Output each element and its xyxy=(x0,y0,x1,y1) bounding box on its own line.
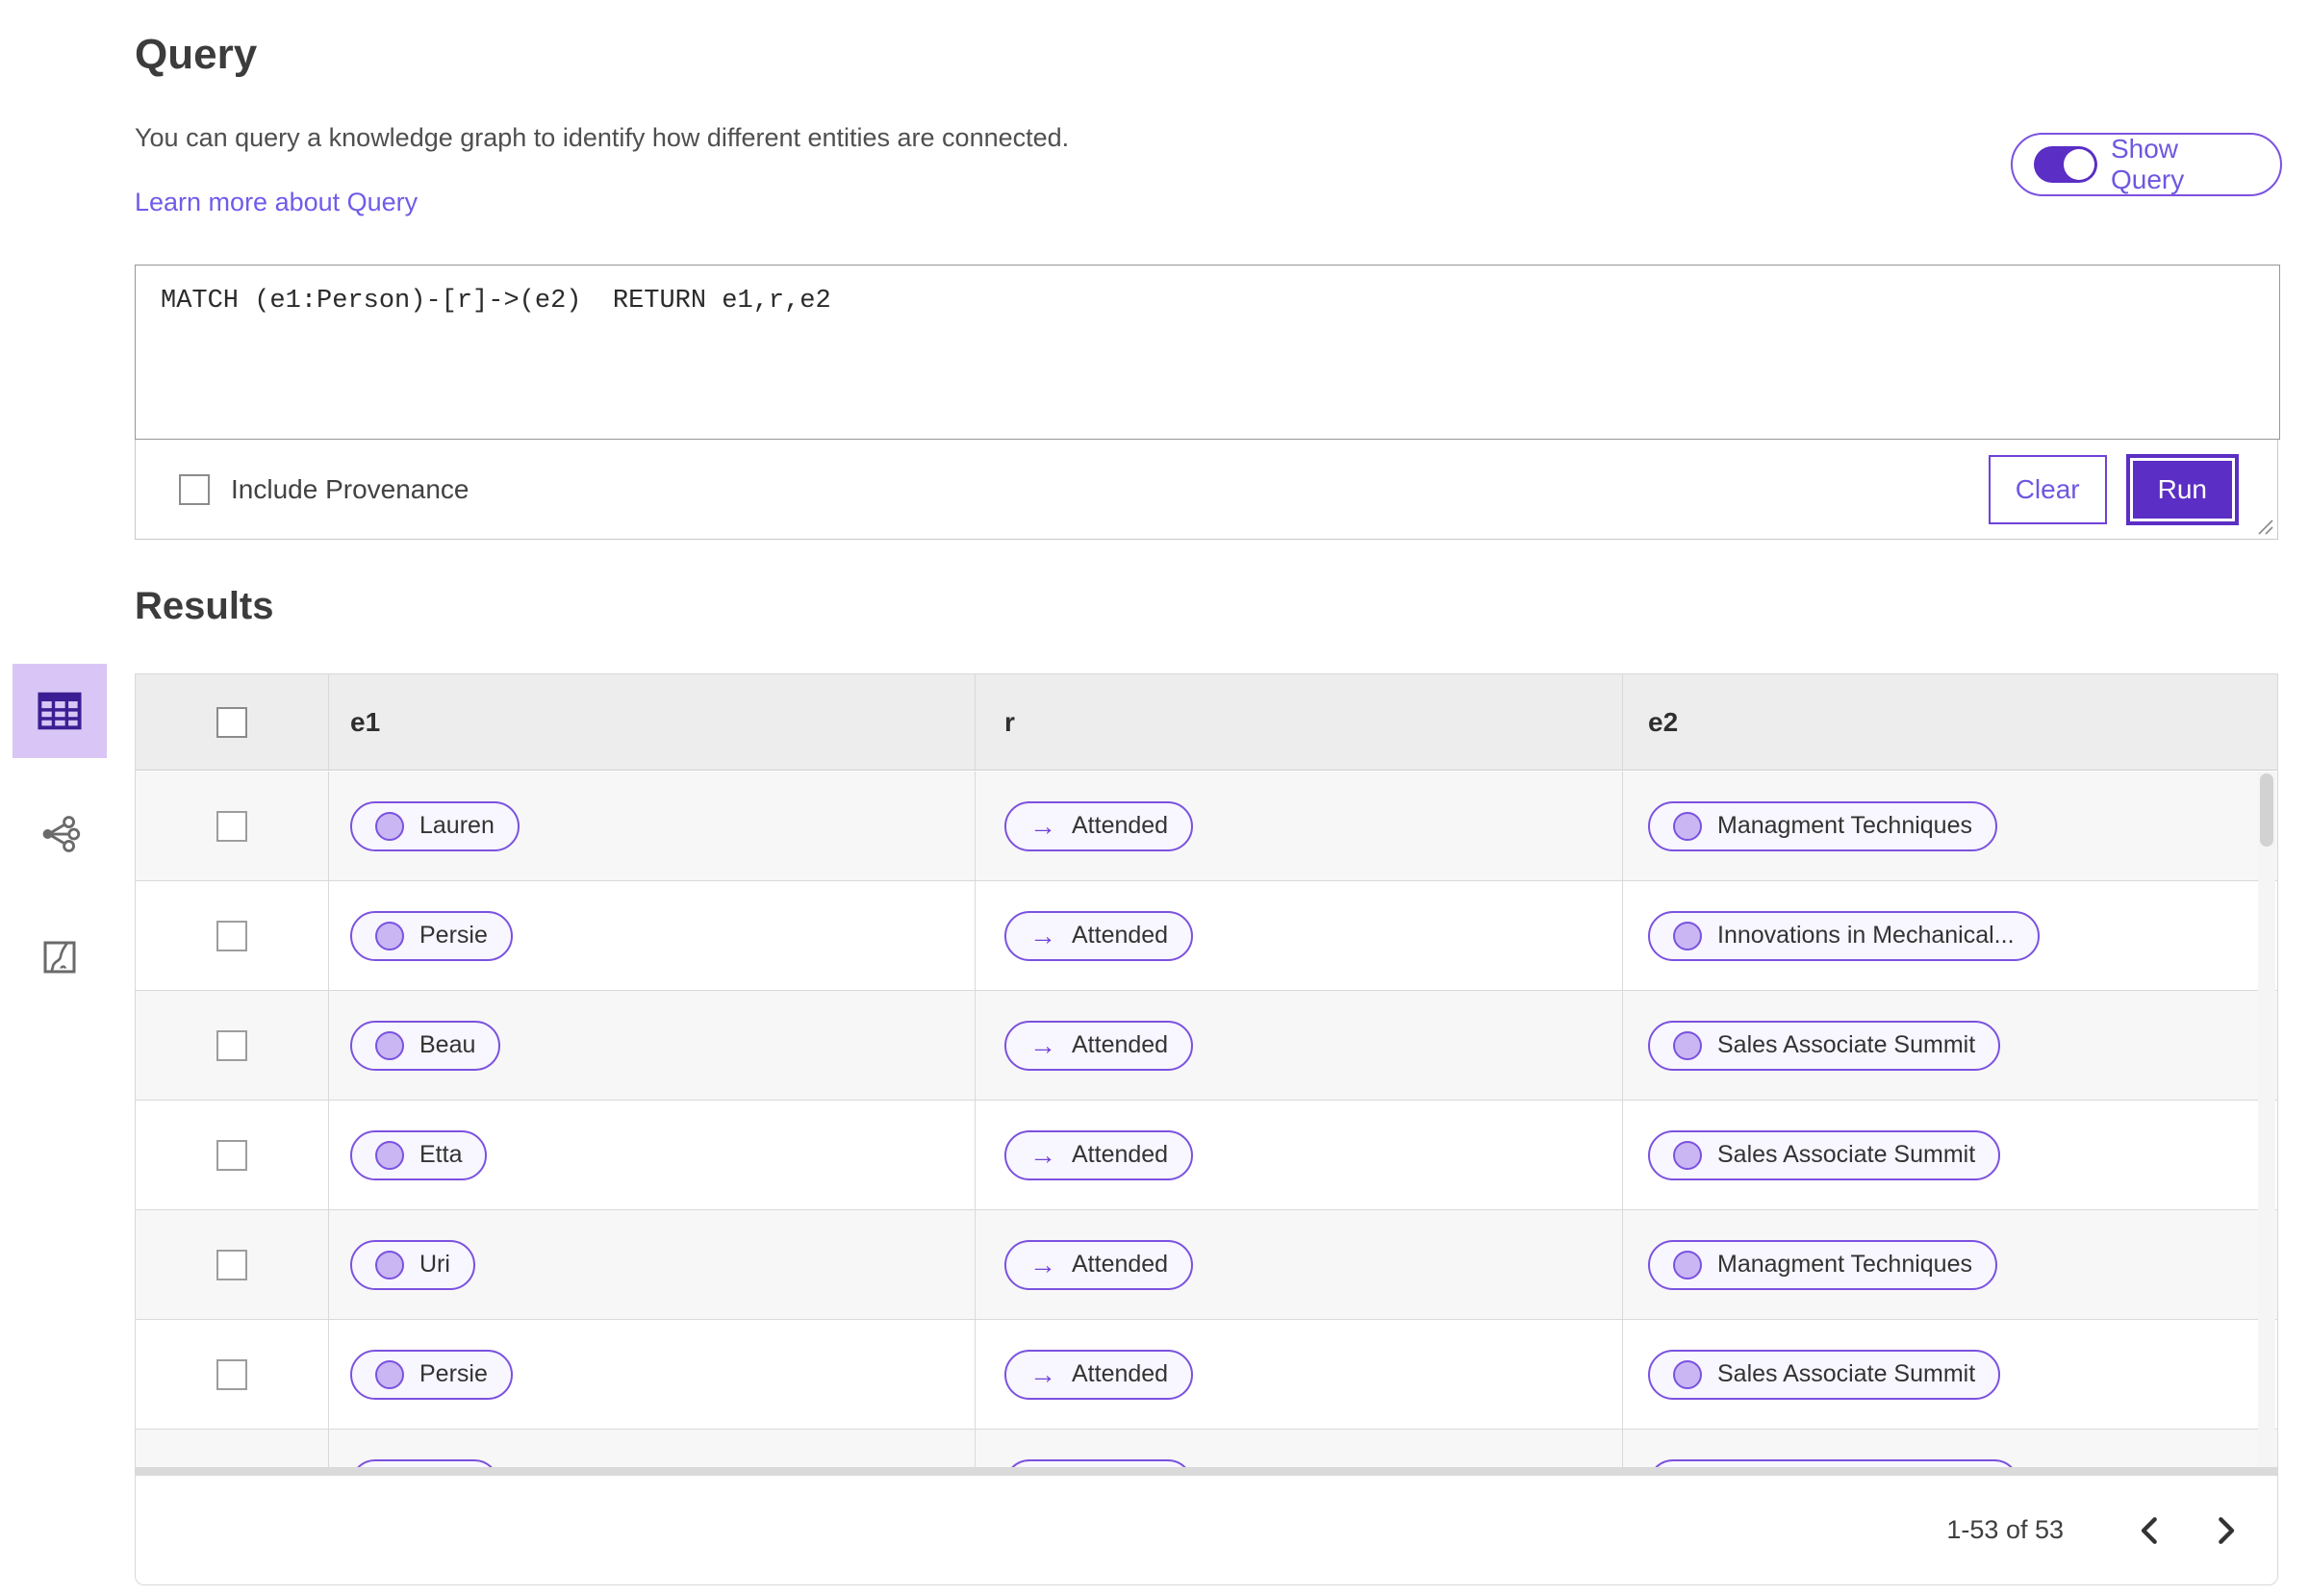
entity-node-icon xyxy=(375,1030,404,1060)
column-header-e2[interactable]: e2 xyxy=(1648,707,1678,738)
entity-pill[interactable]: Managment Techniques xyxy=(1648,1239,1997,1290)
results-view-switcher xyxy=(13,664,107,1004)
relation-arrow-icon: → xyxy=(1029,810,1056,841)
entity-node-icon xyxy=(375,921,404,950)
network-share-icon xyxy=(42,816,81,852)
results-heading: Results xyxy=(135,585,274,627)
table-row: Persie → Attended Innovations in Mechanic… xyxy=(136,881,2277,991)
relation-pill[interactable]: →Attended xyxy=(1004,1458,1194,1467)
relation-arrow-icon: → xyxy=(1029,1139,1056,1170)
entity-node-icon xyxy=(1673,1250,1702,1279)
page-description: You can query a knowledge graph to ident… xyxy=(135,123,1070,152)
entity-node-icon xyxy=(1673,811,1702,841)
column-header-e1[interactable]: e1 xyxy=(350,707,380,738)
relation-arrow-icon: → xyxy=(1029,1029,1056,1060)
table-row: Beau → Attended Sales Associate Summit xyxy=(136,991,2277,1101)
entity-pill[interactable]: Sales Associate Summit xyxy=(1648,1349,2001,1400)
entity-pill[interactable]: Beau xyxy=(350,1020,501,1071)
table-body: Lauren → Attended Managment Techniques Pe… xyxy=(136,772,2277,1467)
relation-arrow-icon: → xyxy=(1029,1249,1056,1279)
entity-node-icon xyxy=(1673,921,1702,950)
table-row: Etta → Attended Sales Associate Summit xyxy=(136,1101,2277,1210)
learn-more-link[interactable]: Learn more about Query xyxy=(135,188,418,217)
run-button[interactable]: Run xyxy=(2129,458,2235,521)
next-page-button[interactable] xyxy=(2198,1502,2256,1559)
table-row: Persie → Attended Sales Associate Summit xyxy=(136,1320,2277,1430)
entity-pill[interactable]: Innovations in Mechanical xyxy=(1648,1458,2019,1467)
entity-node-icon xyxy=(375,1250,404,1279)
entity-node-icon xyxy=(1673,1030,1702,1060)
show-query-toggle[interactable]: Show Query xyxy=(2011,133,2282,196)
relation-pill[interactable]: →Attended xyxy=(1004,1129,1194,1180)
entity-pill[interactable]: Managment Techniques xyxy=(1648,800,1997,851)
show-query-toggle-label: Show Query xyxy=(2110,134,2185,194)
relation-pill[interactable]: →Attended xyxy=(1004,1239,1194,1290)
route-map-icon xyxy=(43,941,76,974)
entity-pill[interactable]: Uri xyxy=(350,1239,475,1290)
row-checkbox[interactable] xyxy=(216,920,247,951)
query-panel-footer: Include Provenance Clear Run xyxy=(136,440,2277,540)
table-header-row: e1 r e2 xyxy=(136,674,2277,771)
table-row: Lauren → Attended Managment Techniques xyxy=(136,772,2277,881)
entity-pill[interactable]: Sales Associate Summit xyxy=(1648,1020,2001,1071)
entity-node-icon xyxy=(1673,1359,1702,1389)
chevron-right-icon xyxy=(2219,1516,2235,1544)
table-pagination: 1-53 of 53 xyxy=(136,1476,2277,1584)
select-all-checkbox[interactable] xyxy=(216,706,247,738)
table-row: Uri → Attended Managment Techniques xyxy=(136,1210,2277,1320)
include-provenance-checkbox[interactable] xyxy=(179,474,210,505)
entity-pill[interactable]: Sales Associate Summit xyxy=(1648,1129,2001,1180)
table-row: Larry →Attended Innovations in Mechanica… xyxy=(136,1430,2277,1467)
toggle-switch-icon[interactable] xyxy=(2034,146,2097,183)
results-table: e1 r e2 Lauren → Attended Managment Techn… xyxy=(135,673,2278,1585)
pagination-range-label: 1-53 of 53 xyxy=(1946,1515,2064,1544)
relation-arrow-icon: → xyxy=(1029,920,1056,950)
entity-pill[interactable]: Persie xyxy=(350,1349,513,1400)
table-icon xyxy=(38,692,82,730)
column-header-r[interactable]: r xyxy=(1004,707,1015,738)
relation-pill[interactable]: →Attended xyxy=(1004,1020,1194,1071)
row-checkbox[interactable] xyxy=(216,1358,247,1390)
chevron-left-icon xyxy=(2141,1516,2157,1544)
entity-pill[interactable]: Innovations in Mechanical... xyxy=(1648,910,2040,961)
query-code-input[interactable]: MATCH (e1:Person)-[r]->(e2) RETURN e1,r,… xyxy=(135,265,2280,440)
clear-button[interactable]: Clear xyxy=(1988,455,2107,524)
row-checkbox[interactable] xyxy=(216,1139,247,1171)
entity-node-icon xyxy=(1673,1140,1702,1170)
row-checkbox[interactable] xyxy=(216,1249,247,1280)
entity-pill[interactable]: Persie xyxy=(350,910,513,961)
row-checkbox[interactable] xyxy=(216,1029,247,1061)
map-view-button[interactable] xyxy=(13,910,107,1004)
table-view-button[interactable] xyxy=(13,664,107,758)
graph-view-button[interactable] xyxy=(13,787,107,881)
relation-pill[interactable]: →Attended xyxy=(1004,910,1194,961)
vertical-scrollbar[interactable] xyxy=(2258,772,2275,1467)
include-provenance-option[interactable]: Include Provenance xyxy=(179,474,469,505)
relation-pill[interactable]: →Attended xyxy=(1004,1349,1194,1400)
previous-page-button[interactable] xyxy=(2119,1502,2177,1559)
entity-node-icon xyxy=(375,1359,404,1389)
include-provenance-label: Include Provenance xyxy=(231,474,469,504)
page-title: Query xyxy=(135,31,258,78)
toggle-knob xyxy=(2063,149,2094,180)
horizontal-scrollbar[interactable] xyxy=(136,1467,2277,1476)
entity-node-icon xyxy=(375,1140,404,1170)
entity-pill[interactable]: Etta xyxy=(350,1129,488,1180)
query-panel: MATCH (e1:Person)-[r]->(e2) RETURN e1,r,… xyxy=(135,265,2280,540)
query-actions: Clear Run xyxy=(1988,455,2239,524)
relation-arrow-icon: → xyxy=(1029,1358,1056,1389)
vertical-scrollbar-thumb[interactable] xyxy=(2260,773,2273,847)
entity-pill[interactable]: Larry xyxy=(350,1458,499,1467)
row-checkbox[interactable] xyxy=(216,810,247,842)
entity-pill[interactable]: Lauren xyxy=(350,800,520,851)
relation-pill[interactable]: →Attended xyxy=(1004,800,1194,851)
entity-node-icon xyxy=(375,811,404,841)
